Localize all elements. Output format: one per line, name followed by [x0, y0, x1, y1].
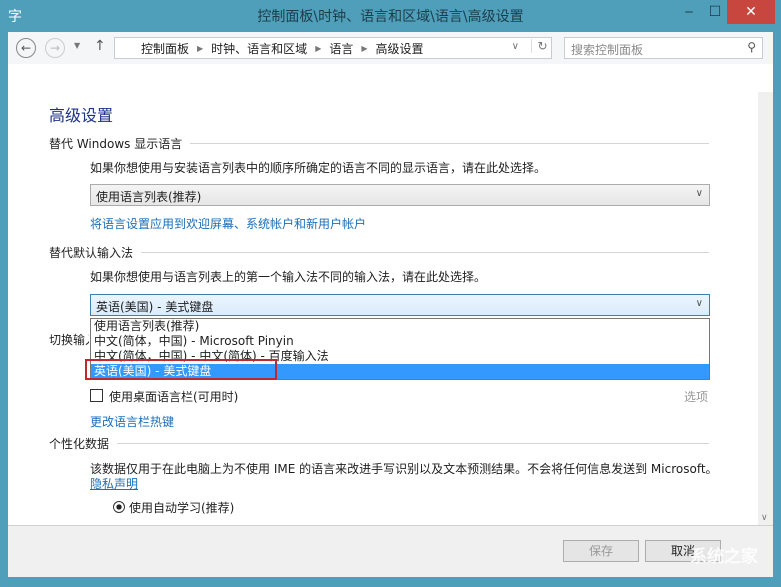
breadcrumb-item[interactable]: 控制面板	[141, 40, 189, 57]
maximize-button[interactable]: ☐	[701, 0, 729, 24]
page-title: 高级设置	[49, 106, 114, 125]
address-dropdown-icon[interactable]: ∨	[512, 41, 519, 52]
close-button[interactable]: ✕	[727, 0, 775, 24]
search-input[interactable]: 搜索控制面板 ⚲	[564, 37, 763, 59]
refresh-button[interactable]: ↻	[531, 39, 553, 53]
footer: 保存 取消	[8, 525, 773, 577]
apply-welcome-link[interactable]: 将语言设置应用到欢迎屏幕、系统帐户和新用户帐户	[90, 215, 366, 232]
breadcrumb-item[interactable]: 高级设置	[376, 40, 424, 57]
section-display-language: 替代 Windows 显示语言	[49, 135, 709, 152]
input-method-select[interactable]: 英语(美国) - 美式键盘 ∨	[90, 294, 710, 316]
language-bar-checkbox[interactable]	[90, 389, 103, 402]
window-client: ← → ▼ ↑ 控制面板 ▶ 时钟、语言和区域 ▶ 语言 ▶ 高级设置 ∨ ↻ 搜索控…	[8, 32, 773, 577]
select-value: 使用语言列表(推荐)	[96, 190, 202, 204]
back-button[interactable]: ←	[16, 38, 36, 58]
input-method-desc: 如果你想使用与语言列表上的第一个输入法不同的输入法，请在此处选择。	[90, 270, 487, 284]
navigation-bar: ← → ▼ ↑ 控制面板 ▶ 时钟、语言和区域 ▶ 语言 ▶ 高级设置 ∨ ↻ 搜索控…	[8, 32, 773, 64]
address-bar[interactable]: 控制面板 ▶ 时钟、语言和区域 ▶ 语言 ▶ 高级设置 ∨ ↻	[114, 37, 552, 59]
save-button[interactable]: 保存	[563, 540, 639, 562]
recent-dropdown-icon[interactable]: ▼	[74, 41, 80, 50]
privacy-link[interactable]: 隐私声明	[90, 475, 138, 492]
breadcrumb-item[interactable]: 时钟、语言和区域	[211, 40, 307, 57]
language-bar-label: 使用桌面语言栏(可用时)	[109, 390, 239, 404]
select-value: 英语(美国) - 美式键盘	[96, 300, 214, 314]
change-hotkey-link[interactable]: 更改语言栏热键	[90, 413, 174, 430]
up-button[interactable]: ↑	[94, 38, 106, 54]
display-language-desc: 如果你想使用与安装语言列表中的顺序所确定的语言不同的显示语言，请在此处选择。	[90, 161, 547, 175]
search-placeholder: 搜索控制面板	[571, 43, 644, 57]
window-title: 控制面板\时钟、语言和区域\语言\高级设置	[257, 9, 524, 25]
display-language-select[interactable]: 使用语言列表(推荐) ∨	[90, 184, 710, 206]
personal-data-desc: 该数据仅用于在此电脑上为不使用 IME 的语言来改进手写识别以及文本预测结果。不…	[90, 462, 718, 476]
scrollbar[interactable]: ∨	[758, 92, 773, 525]
scroll-down-icon[interactable]: ∨	[761, 513, 768, 523]
search-icon[interactable]: ⚲	[747, 40, 756, 54]
section-input-method: 替代默认输入法	[49, 244, 709, 261]
minimize-button[interactable]: ‒	[675, 0, 703, 24]
dropdown-option[interactable]: 使用语言列表(推荐)	[91, 319, 709, 334]
breadcrumb-item[interactable]: 语言	[329, 40, 353, 57]
chevron-down-icon: ∨	[695, 298, 703, 309]
watermark: 系统之家	[690, 547, 758, 567]
dropdown-option[interactable]: 中文(简体，中国) - Microsoft Pinyin	[91, 334, 709, 349]
auto-learn-radio[interactable]	[113, 501, 125, 513]
forward-button[interactable]: →	[45, 38, 65, 58]
section-personal-data: 个性化数据	[49, 435, 709, 452]
chevron-down-icon: ∨	[695, 188, 703, 199]
auto-learn-label: 使用自动学习(推荐)	[129, 501, 235, 515]
highlight-box	[85, 359, 277, 380]
section-switch-input: 切换输入法	[49, 333, 89, 347]
options-link[interactable]: 选项	[684, 388, 708, 405]
